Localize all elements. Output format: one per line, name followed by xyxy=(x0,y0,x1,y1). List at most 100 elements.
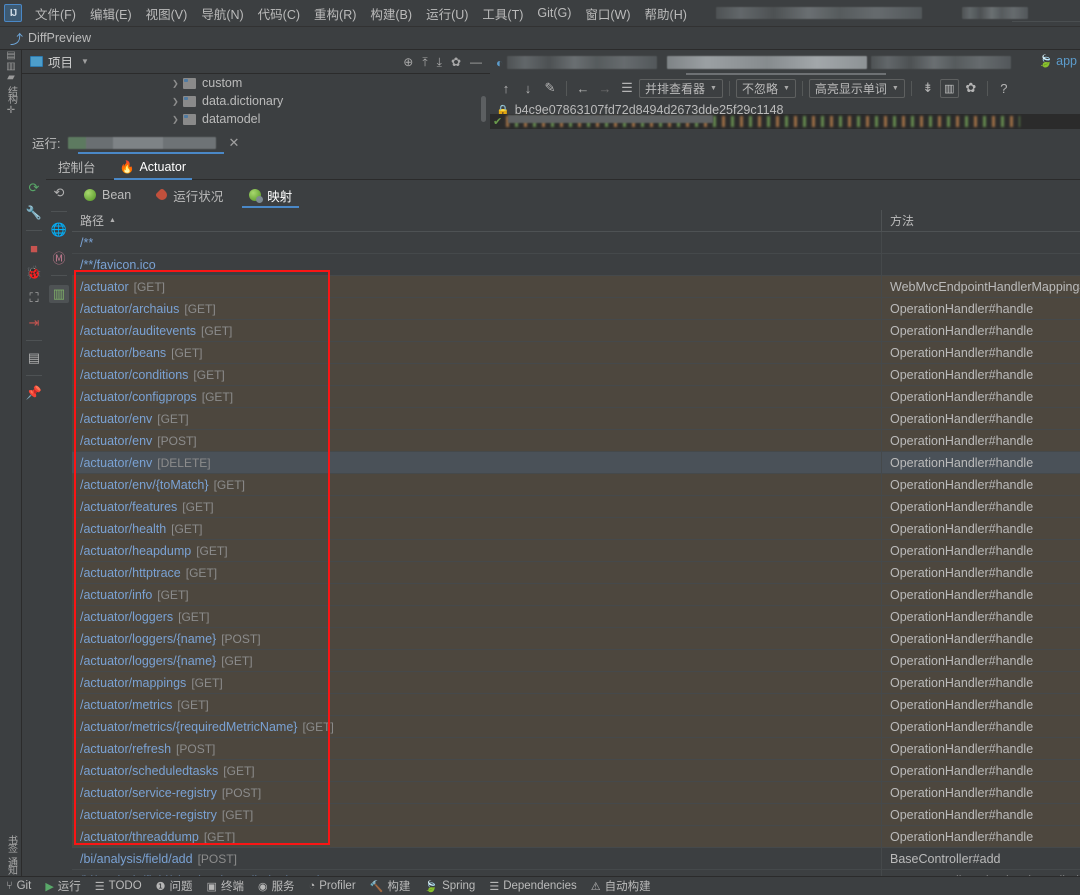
table-row[interactable]: /actuator/env [DELETE] OperationHandler#ha… xyxy=(72,452,1080,474)
refresh-icon[interactable]: ⟲ xyxy=(49,184,69,202)
stop-icon[interactable]: ■ xyxy=(24,239,44,257)
table-row[interactable]: /actuator/mappings [GET] OperationHandler#… xyxy=(72,672,1080,694)
status-problems[interactable]: ❶ 问题 xyxy=(156,878,193,894)
redacted-editor-tab-1[interactable] xyxy=(507,56,658,69)
menu-run[interactable]: 运行(U) xyxy=(419,1,475,26)
table-row[interactable]: /actuator [GET] WebMvcEndpointHandlerMappi… xyxy=(72,276,1080,298)
table-row[interactable]: /actuator/configprops [GET] OperationHandl… xyxy=(72,386,1080,408)
table-row[interactable]: /actuator/auditevents [GET] OperationHandl… xyxy=(72,320,1080,342)
column-header-method[interactable]: 方法 xyxy=(882,210,1080,231)
whitespace-select[interactable]: 不忽略 ▼ xyxy=(735,78,796,98)
metrics-icon[interactable]: Ⓜ xyxy=(49,248,69,266)
table-row[interactable]: /**/favicon.ico xyxy=(72,254,1080,276)
tree-node-custom[interactable]: ❯ custom xyxy=(22,74,490,92)
status-build[interactable]: 🔨 构建 xyxy=(370,878,411,894)
rerun-icon[interactable]: ⟳ xyxy=(24,179,44,197)
menu-window[interactable]: 窗口(W) xyxy=(578,1,637,26)
table-row[interactable]: /actuator/refresh [POST] OperationHandler#… xyxy=(72,738,1080,760)
previous-difference-icon[interactable]: ↑ xyxy=(496,81,516,96)
table-row[interactable]: /actuator/httptrace [GET] OperationHandler… xyxy=(72,562,1080,584)
menu-edit[interactable]: 编辑(E) xyxy=(83,1,139,26)
tab-console[interactable]: 控制台 xyxy=(46,154,108,180)
stripe-item-bookmarks[interactable]: 书签 xyxy=(0,832,22,854)
table-row[interactable]: /actuator/loggers/{name} [POST] OperationH… xyxy=(72,628,1080,650)
status-todo[interactable]: ☰ TODO xyxy=(95,880,142,893)
table-row[interactable]: /actuator/env [POST] OperationHandler#hand… xyxy=(72,430,1080,452)
subtab-bean[interactable]: Bean xyxy=(72,180,143,210)
table-row[interactable]: /actuator/service-registry [POST] Operatio… xyxy=(72,782,1080,804)
table-row[interactable]: /actuator/service-registry [GET] Operation… xyxy=(72,804,1080,826)
status-profiler[interactable]: ◔ Profiler xyxy=(309,880,356,892)
stripe-icon-target[interactable]: ✛ xyxy=(0,105,22,116)
menu-build[interactable]: 构建(B) xyxy=(363,1,419,26)
globe-icon[interactable]: 🌐 xyxy=(49,221,69,239)
debug-icon[interactable]: 🐞 xyxy=(24,264,44,282)
stripe-item-structure[interactable]: 结构 xyxy=(0,83,22,105)
tree-node-data-dictionary[interactable]: ❯ data.dictionary xyxy=(22,92,490,110)
table-row[interactable]: /actuator/env [GET] OperationHandler#handl… xyxy=(72,408,1080,430)
table-row[interactable]: /actuator/health [GET] OperationHandler#ha… xyxy=(72,518,1080,540)
table-row[interactable]: /actuator/threaddump [GET] OperationHandle… xyxy=(72,826,1080,848)
table-row[interactable]: /actuator/env/{toMatch} [GET] OperationHan… xyxy=(72,474,1080,496)
chevron-right-icon[interactable]: ❯ xyxy=(172,79,183,88)
table-row[interactable]: /** xyxy=(72,232,1080,254)
chart-icon[interactable]: ▥ xyxy=(49,285,69,303)
compare-icon[interactable]: ⇟ xyxy=(918,80,938,96)
pin-icon[interactable]: 📌 xyxy=(24,384,44,402)
columns-icon[interactable]: ▥ xyxy=(939,78,959,98)
subtab-mappings[interactable]: 映射 xyxy=(237,180,304,210)
camera-icon[interactable]: ⛶ xyxy=(24,289,44,307)
layout-icon[interactable]: ▤ xyxy=(24,349,44,367)
chevron-down-icon[interactable]: ▼ xyxy=(81,57,89,66)
tree-node-datamodel[interactable]: ❯ datamodel xyxy=(22,110,490,126)
gear-icon[interactable]: ✿ xyxy=(451,56,461,68)
stripe-item-notifications[interactable]: 通知 xyxy=(0,854,22,876)
edit-icon[interactable]: ✎ xyxy=(540,80,560,96)
menu-file[interactable]: 文件(F) xyxy=(28,1,83,26)
highlight-select[interactable]: 高亮显示单词 ▼ xyxy=(808,78,905,98)
table-row[interactable]: /bi/analysis/field/add [POST] BaseControll… xyxy=(72,848,1080,870)
locate-icon[interactable]: ⊕ xyxy=(403,56,413,68)
menu-tools[interactable]: 工具(T) xyxy=(475,1,530,26)
menu-view[interactable]: 视图(V) xyxy=(139,1,195,26)
tab-actuator[interactable]: 🔥 Actuator xyxy=(108,154,199,180)
table-row[interactable]: /actuator/conditions [GET] OperationHandle… xyxy=(72,364,1080,386)
viewer-mode-select[interactable]: 并排查看器 ▼ xyxy=(639,78,723,98)
menu-refactor[interactable]: 重构(R) xyxy=(307,1,363,26)
expand-all-icon[interactable]: ⤒ xyxy=(422,56,427,68)
export-icon[interactable]: ⇥ xyxy=(24,314,44,332)
project-tree[interactable]: ❯ custom ❯ data.dictionary ❯ datamodel xyxy=(22,74,490,126)
menu-git[interactable]: Git(G) xyxy=(530,3,578,23)
stripe-icon-folder[interactable]: ▰ xyxy=(0,72,22,83)
status-terminal[interactable]: ▣ 终端 xyxy=(207,878,244,894)
minimize-icon[interactable]: — xyxy=(470,56,482,68)
status-run[interactable]: ▶ 运行 xyxy=(45,878,80,894)
table-row[interactable]: /actuator/scheduledtasks [GET] OperationHa… xyxy=(72,760,1080,782)
run-configuration-tab[interactable] xyxy=(68,133,225,154)
status-dependencies[interactable]: ☰ Dependencies xyxy=(489,880,576,893)
column-header-path[interactable]: 路径 ▲ xyxy=(72,210,882,231)
project-tree-scrollbar[interactable] xyxy=(481,96,486,122)
accept-left-icon[interactable]: ← xyxy=(573,81,593,96)
next-difference-icon[interactable]: ↓ xyxy=(518,81,538,96)
menu-help[interactable]: 帮助(H) xyxy=(638,1,694,26)
subtab-health[interactable]: 运行状况 xyxy=(145,180,235,210)
table-row[interactable]: /actuator/loggers/{name} [GET] OperationHa… xyxy=(72,650,1080,672)
chevron-right-icon[interactable]: ❯ xyxy=(172,97,183,106)
collapse-unchanged-icon[interactable]: ☰ xyxy=(617,80,637,96)
table-row[interactable]: /actuator/beans [GET] OperationHandler#han… xyxy=(72,342,1080,364)
chevron-right-icon[interactable]: ❯ xyxy=(172,115,183,124)
table-row[interactable]: /actuator/features [GET] OperationHandler#… xyxy=(72,496,1080,518)
table-row[interactable]: /actuator/metrics [GET] OperationHandler#h… xyxy=(72,694,1080,716)
help-icon[interactable]: ? xyxy=(994,81,1014,96)
table-row[interactable]: /actuator/metrics/{requiredMetricName} [G… xyxy=(72,716,1080,738)
settings-wrench-icon[interactable]: 🔧 xyxy=(24,204,44,222)
table-row[interactable]: /actuator/info [GET] OperationHandler#hand… xyxy=(72,584,1080,606)
status-spring[interactable]: 🍃 Spring xyxy=(424,880,475,893)
collapse-all-icon[interactable]: ⤓ xyxy=(437,56,442,68)
table-row[interactable]: /actuator/loggers [GET] OperationHandler#h… xyxy=(72,606,1080,628)
stripe-icon-commit[interactable]: ▥ xyxy=(0,61,22,72)
status-autobuild[interactable]: ⚠ 自动构建 xyxy=(591,878,651,894)
menu-navigate[interactable]: 导航(N) xyxy=(194,1,250,26)
redacted-editor-tab-2[interactable] xyxy=(667,56,868,69)
